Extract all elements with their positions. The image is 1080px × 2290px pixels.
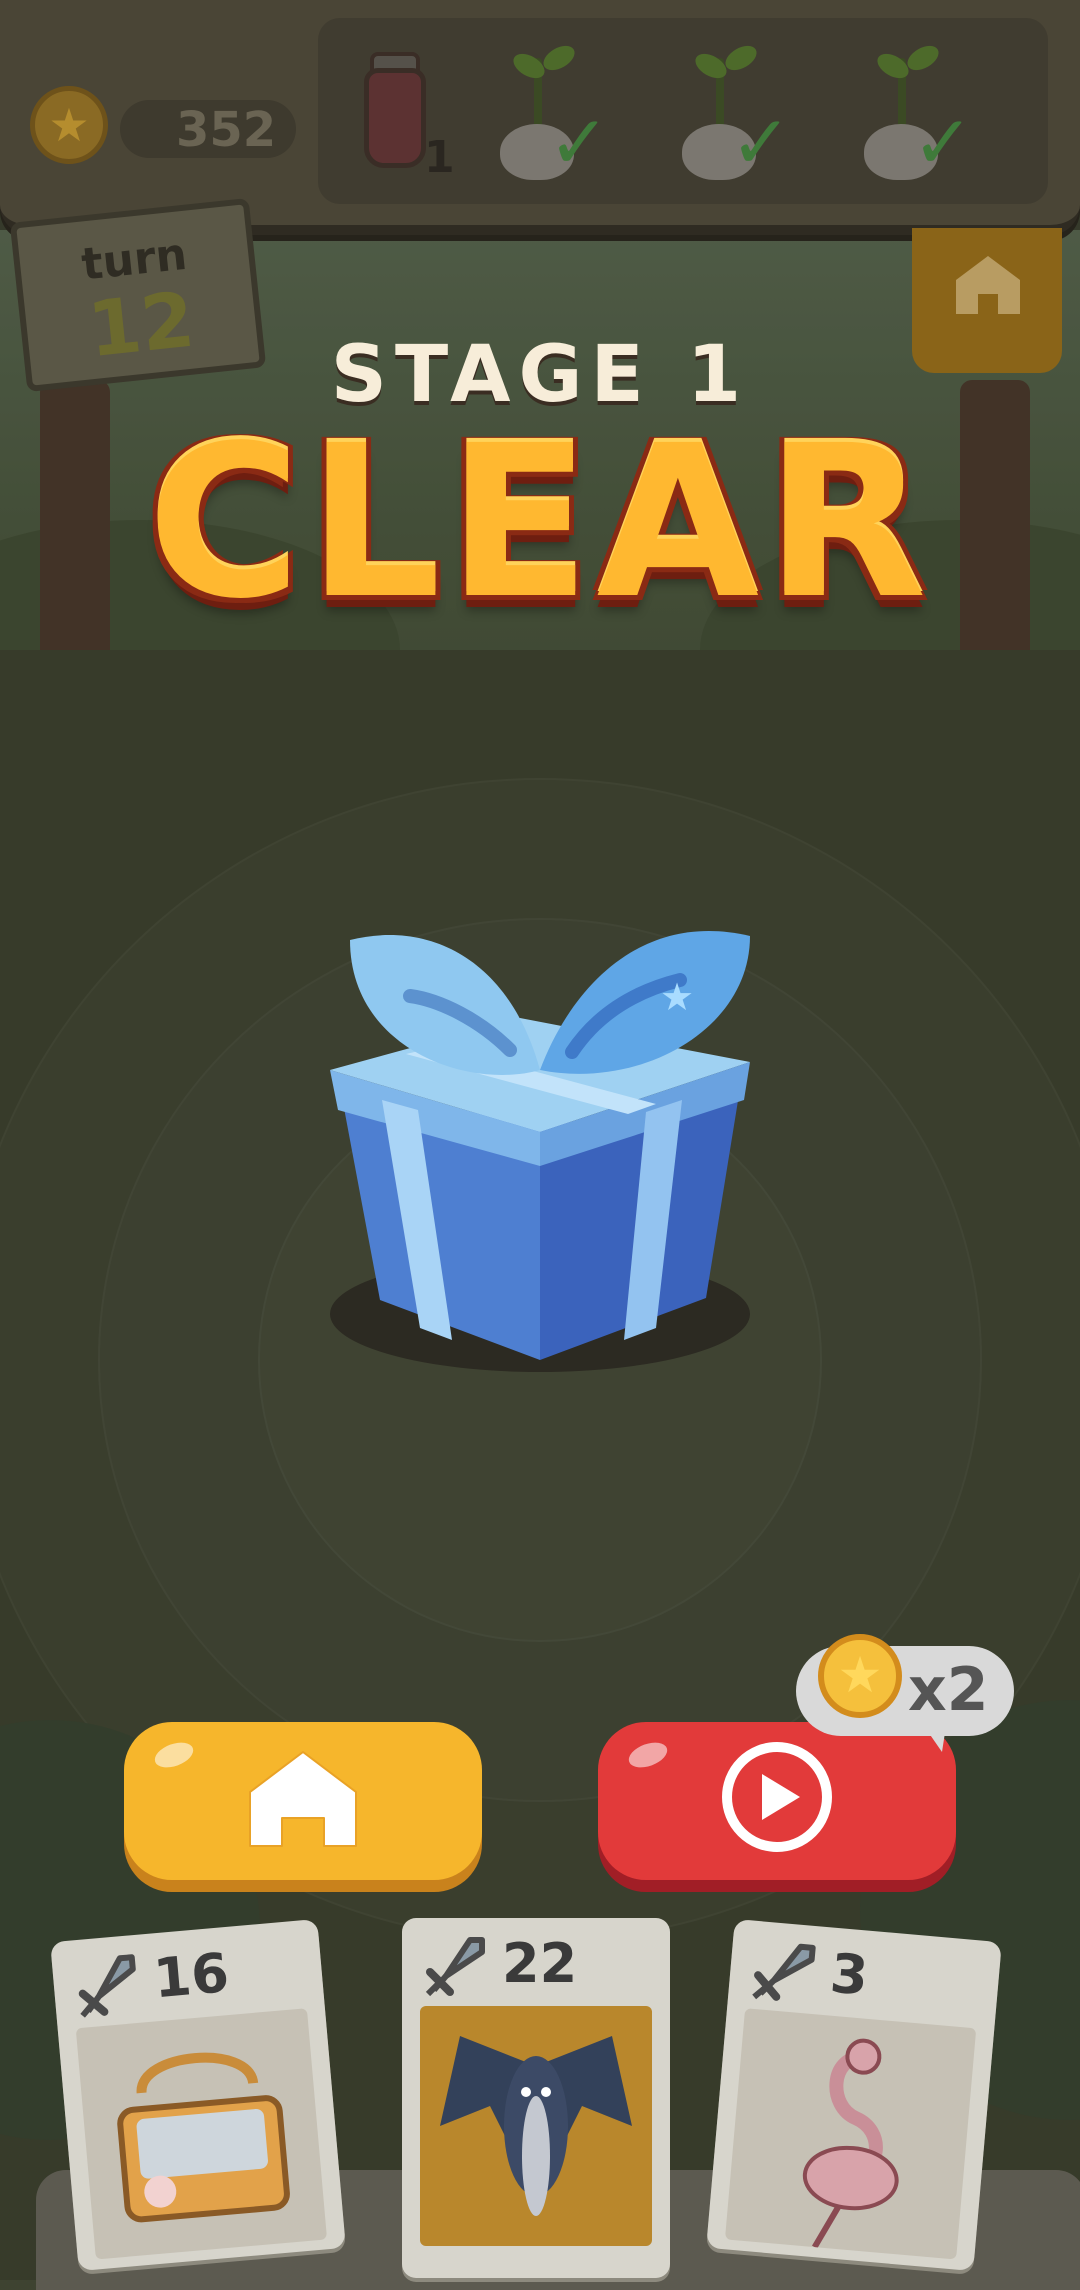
- blue-gift-box-icon: ★: [330, 931, 750, 1372]
- card-attack: 16: [150, 1940, 232, 2011]
- card-attack: 22: [502, 1932, 578, 1995]
- check-icon: ✓: [912, 100, 975, 186]
- flamingo-art: [724, 2008, 977, 2260]
- unit-card[interactable]: 22: [402, 1918, 670, 2278]
- item-quantity: 1: [424, 132, 455, 183]
- potion-jar-icon: [364, 68, 426, 168]
- double-coins-badge: ★ x2: [796, 1634, 1014, 1752]
- home-icon: [249, 1751, 357, 1847]
- unit-card[interactable]: 16: [50, 1918, 346, 2272]
- bonus-multiplier: x2: [908, 1655, 989, 1725]
- sprout-item: ✓: [490, 38, 640, 198]
- play-icon: [722, 1742, 832, 1852]
- coin-icon: ★: [818, 1634, 902, 1718]
- check-icon: ✓: [548, 100, 611, 186]
- coin-icon: ★: [30, 86, 108, 164]
- home-icon: [956, 256, 1020, 314]
- sword-icon: [425, 1937, 485, 1997]
- check-icon: ✓: [730, 100, 793, 186]
- potion-jar-item: 1: [342, 38, 492, 198]
- unit-card[interactable]: 3: [706, 1918, 1002, 2272]
- bat-art: [420, 2006, 652, 2246]
- sprout-item: ✓: [854, 38, 1004, 198]
- sword-icon: [752, 1943, 816, 2001]
- coin-count: 352: [176, 102, 277, 158]
- clear-title: CLEAR: [147, 400, 933, 645]
- collected-items-panel: 1 ✓ ✓ ✓: [318, 18, 1048, 204]
- svg-text:★: ★: [660, 975, 694, 1019]
- top-hud: 352 ★ 1 ✓ ✓ ✓: [0, 0, 1080, 235]
- replay-button[interactable]: [598, 1722, 956, 1880]
- sprout-item: ✓: [672, 38, 822, 198]
- home-button[interactable]: [124, 1722, 482, 1880]
- treasure-chest-art: [75, 2008, 328, 2260]
- card-attack: 3: [827, 1941, 871, 2008]
- sword-icon: [78, 1954, 136, 2018]
